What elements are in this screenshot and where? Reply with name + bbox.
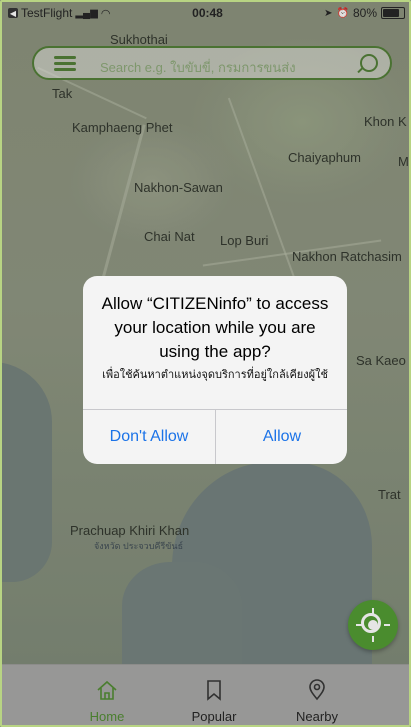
- allow-button[interactable]: Allow: [216, 409, 347, 464]
- app-frame: Sukhothai Tak Kamphaeng Phet Khon K Chai…: [0, 0, 411, 727]
- dont-allow-button[interactable]: Don't Allow: [83, 409, 215, 464]
- location-permission-dialog: Allow “CITIZENinfo” to access your locat…: [83, 276, 347, 464]
- dialog-message: เพื่อใช้ค้นหาตำแหน่งจุดบริการที่อยู่ใกล้…: [102, 369, 328, 381]
- dialog-title: Allow “CITIZENinfo” to access your locat…: [101, 294, 329, 361]
